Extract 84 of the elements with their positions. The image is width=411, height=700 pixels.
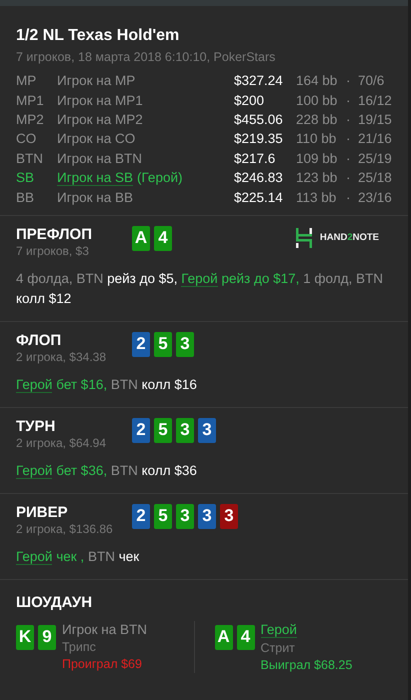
playing-card: 2 bbox=[132, 418, 150, 443]
hand-subtitle: 7 игроков, 18 марта 2018 6:10:10, PokerStars bbox=[16, 50, 276, 64]
player-position: BB bbox=[16, 190, 36, 205]
separator-dot: · bbox=[346, 73, 352, 88]
player-name: Игрок на MP bbox=[57, 73, 136, 88]
player-stack: $217.6 bbox=[234, 150, 276, 166]
player-stats: 21/16 bbox=[358, 131, 392, 146]
playing-card: 2 bbox=[132, 504, 150, 529]
street-info: 2 игрока, $34.38 bbox=[16, 350, 107, 364]
playing-card: 3 bbox=[220, 504, 238, 529]
player-bb: 123 bb bbox=[296, 170, 338, 186]
playing-card: K bbox=[16, 624, 34, 650]
player-name[interactable]: Игрок на SB bbox=[57, 170, 134, 186]
player-position: MP2 bbox=[16, 112, 45, 127]
playing-card: 4 bbox=[154, 226, 172, 251]
logo-text: HAND2NOTE bbox=[320, 232, 379, 244]
hand-title: 1/2 NL Texas Hold'em bbox=[16, 27, 180, 45]
action-summary: Герой бет $36, BTN колл $36 bbox=[16, 462, 198, 481]
playing-card: A bbox=[214, 624, 232, 650]
player-bb: 164 bb bbox=[296, 73, 338, 88]
playing-card: 3 bbox=[176, 418, 194, 443]
separator-dot: · bbox=[346, 131, 352, 146]
player-stats: 19/15 bbox=[358, 112, 392, 127]
player-name: Игрок на MP1 bbox=[57, 92, 143, 108]
separator-dot: · bbox=[346, 190, 352, 205]
separator-dot: · bbox=[346, 112, 352, 127]
action-summary: 4 фолда, BTN рейз до $5, Герой рейз до $17, 1 фолд, BTN колл $12 bbox=[16, 270, 384, 308]
street-title: РИВЕР bbox=[16, 504, 69, 521]
action-summary: Герой чек , BTN чек bbox=[16, 548, 140, 567]
playing-card: 4 bbox=[236, 624, 254, 650]
player-position: CO bbox=[16, 131, 38, 146]
player-name: Игрок на MP2 bbox=[57, 112, 143, 127]
street-info: 7 игроков, $3 bbox=[16, 244, 90, 258]
hand-result: Проиграл $69 bbox=[62, 656, 142, 671]
player-name: Игрок на BTN bbox=[62, 622, 148, 637]
playing-card: 5 bbox=[154, 504, 172, 529]
player-stats: 16/12 bbox=[358, 92, 392, 108]
player-stack: $455.06 bbox=[234, 112, 284, 127]
player-bb: 228 bb bbox=[296, 112, 338, 127]
action-summary: Герой бет $16, BTN колл $16 bbox=[16, 376, 198, 395]
player-bb: 110 bb bbox=[296, 131, 338, 146]
player-bb: 109 bb bbox=[296, 150, 338, 166]
separator-dot: · bbox=[346, 92, 352, 108]
playing-card: 5 bbox=[154, 418, 172, 443]
player-stack: $225.14 bbox=[234, 190, 284, 205]
hero-tag: (Герой) bbox=[137, 170, 182, 186]
player-stack: $200 bbox=[234, 92, 266, 108]
playing-card: 3 bbox=[176, 332, 194, 357]
player-position: MP bbox=[16, 73, 38, 88]
player-name: Игрок на CO bbox=[57, 131, 136, 146]
playing-card: 3 bbox=[198, 418, 216, 443]
player-stack: $246.83 bbox=[234, 170, 284, 186]
player-position: MP1 bbox=[16, 92, 45, 108]
player-stack: $327.24 bbox=[234, 73, 284, 88]
player-position: BTN bbox=[16, 150, 44, 166]
player-name[interactable]: Герой bbox=[260, 622, 297, 638]
player-stats: 25/18 bbox=[358, 170, 392, 186]
playing-card: 3 bbox=[198, 504, 216, 529]
separator-dot: · bbox=[346, 150, 352, 166]
street-title: ФЛОП bbox=[16, 332, 62, 349]
playing-card: 9 bbox=[38, 624, 56, 650]
player-name: Игрок на BB bbox=[57, 190, 134, 205]
player-bb: 113 bb bbox=[296, 190, 338, 205]
player-stats: 23/16 bbox=[358, 190, 392, 205]
hand-combination: Стрит bbox=[260, 640, 295, 655]
hand-result: Выиграл $68.25 bbox=[260, 658, 352, 672]
player-stats: 25/19 bbox=[358, 150, 392, 166]
street-title: ТУРН bbox=[16, 418, 56, 435]
street-info: 2 игрока, $136.86 bbox=[16, 522, 114, 536]
player-bb: 100 bb bbox=[296, 92, 338, 108]
playing-card: 5 bbox=[154, 332, 172, 357]
street-title: ПРЕФЛОП bbox=[16, 226, 93, 243]
playing-card: 3 bbox=[176, 504, 194, 529]
playing-card: A bbox=[132, 226, 150, 251]
player-name: Игрок на BTN bbox=[57, 150, 142, 166]
hand-combination: Трипс bbox=[62, 640, 96, 654]
logo-icon bbox=[294, 228, 313, 248]
player-position: SB bbox=[16, 170, 36, 186]
showdown-title: ШОУДАУН bbox=[16, 594, 94, 611]
player-stack: $219.35 bbox=[234, 131, 284, 146]
separator-dot: · bbox=[346, 170, 352, 186]
playing-card: 2 bbox=[132, 332, 150, 357]
street-info: 2 игрока, $64.94 bbox=[16, 436, 107, 450]
player-stats: 70/6 bbox=[358, 73, 384, 88]
